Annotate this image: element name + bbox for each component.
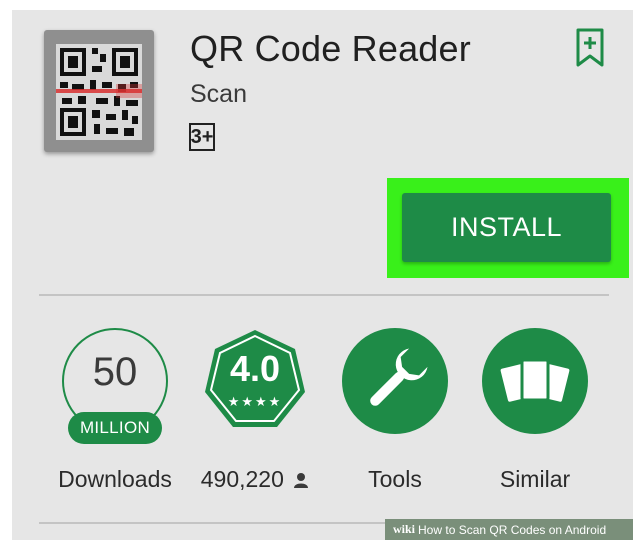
watermark-brand: wiki (393, 522, 416, 536)
similar-label: Similar (499, 466, 571, 492)
category-badge (342, 328, 448, 434)
downloads-label: Downloads (58, 466, 172, 492)
downloads-value: 50 (92, 350, 138, 394)
stat-downloads: 50 MILLION Downloads (50, 328, 180, 528)
content-rating-badge: 3+ (189, 123, 215, 151)
developer-link[interactable]: Scan (190, 80, 247, 109)
app-title: QR Code Reader (190, 28, 471, 69)
rating-badge: 4.0 ★★★★ (202, 328, 308, 434)
install-button[interactable]: INSTALL (402, 193, 611, 262)
wrench-icon (370, 348, 428, 406)
stat-similar[interactable]: Similar (470, 328, 600, 528)
rating-stars: ★★★★ (227, 394, 283, 409)
watermark-text: How to Scan QR Codes on Android (418, 522, 607, 537)
divider (39, 294, 609, 296)
similar-badge (482, 328, 588, 434)
person-icon (294, 473, 309, 488)
stat-rating[interactable]: 4.0 ★★★★ 490,220 (190, 328, 320, 528)
app-icon (44, 30, 154, 152)
rating-count-label: 490,220 (190, 466, 320, 493)
qr-code-icon (56, 44, 142, 140)
downloads-unit: MILLION (68, 412, 162, 444)
rating-count: 490,220 (200, 466, 284, 492)
rating-value: 4.0 (229, 348, 281, 389)
wikihow-watermark: wiki How to Scan QR Codes on Android (385, 519, 633, 540)
downloads-badge: 50 MILLION (62, 328, 168, 444)
stat-category[interactable]: Tools (330, 328, 460, 528)
wishlist-bookmark-icon[interactable] (575, 28, 605, 68)
category-label: Tools (368, 466, 422, 492)
app-store-listing: QR Code Reader Scan 3+ INSTALL 50 MILLIO… (12, 10, 633, 540)
cards-icon (500, 358, 570, 402)
